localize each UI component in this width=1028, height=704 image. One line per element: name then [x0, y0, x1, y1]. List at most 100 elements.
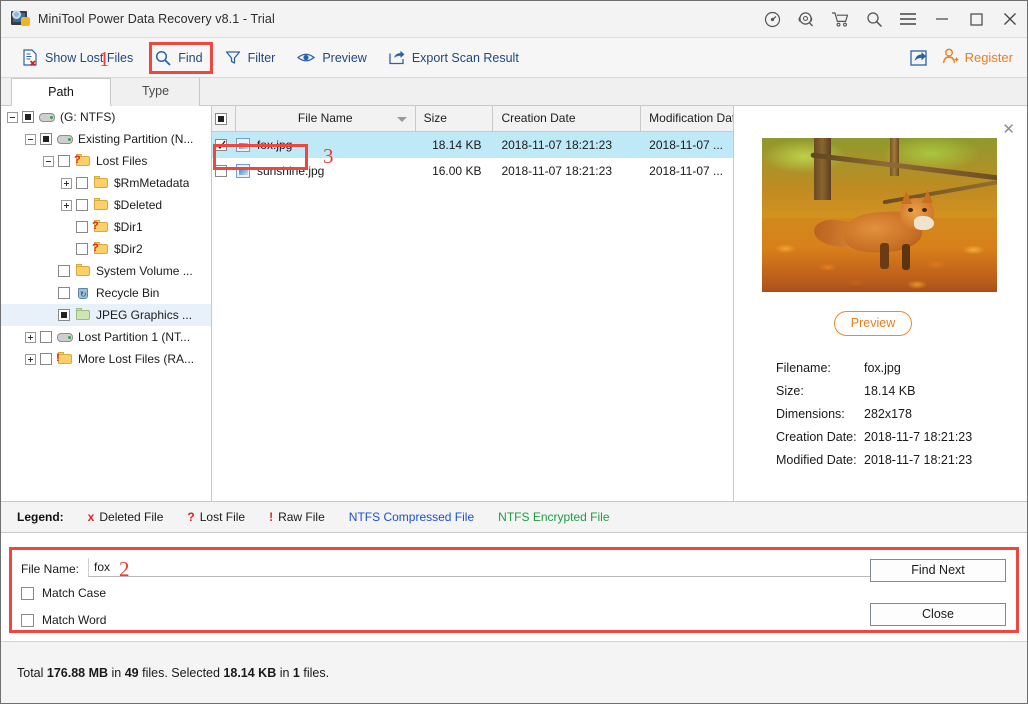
support-headset-icon[interactable] — [789, 1, 823, 38]
select-all-header[interactable] — [212, 106, 236, 132]
folder-question-icon: ? — [74, 154, 91, 168]
tree-item[interactable]: JPEG Graphics ... — [1, 304, 211, 326]
match-case-box[interactable] — [21, 586, 34, 600]
tree-item[interactable]: ? $Dir1 — [1, 216, 211, 238]
tree-item-label: $RmMetadata — [114, 176, 190, 190]
tree-item-checkbox[interactable] — [22, 111, 34, 123]
tree-item[interactable]: $Deleted — [1, 194, 211, 216]
tree-expand-toggle[interactable] — [61, 177, 72, 189]
tree-item-checkbox[interactable] — [58, 265, 70, 277]
column-header-file-name[interactable]: File Name — [236, 106, 416, 132]
match-case-checkbox[interactable]: Match Case — [21, 586, 106, 600]
tree-item-checkbox[interactable] — [58, 309, 70, 321]
preview-creation-date-value: 2018-11-7 18:21:23 — [864, 429, 973, 444]
tree-item[interactable]: (G: NTFS) — [1, 106, 211, 128]
path-tree-panel[interactable]: (G: NTFS) Existing Partition (N...? Lost F… — [1, 106, 212, 501]
legend-bar: Legend: x Deleted File ? Lost File ! Raw… — [1, 501, 1027, 533]
tree-item-checkbox[interactable] — [76, 199, 88, 211]
tree-item-checkbox[interactable] — [40, 331, 52, 343]
drive-icon — [57, 330, 73, 344]
preview-filename-key: Filename: — [776, 360, 831, 375]
tree-item[interactable]: ? $Dir2 — [1, 238, 211, 260]
preview-button[interactable]: Preview — [834, 311, 912, 336]
tree-item-checkbox[interactable] — [40, 133, 52, 145]
annotation-number-2: 2 — [119, 557, 130, 581]
column-header-modification-date[interactable]: Modification Dat — [641, 106, 733, 132]
maximize-button[interactable] — [959, 1, 993, 38]
column-header-size[interactable]: Size — [416, 106, 494, 132]
preview-modified-date-value: 2018-11-7 18:21:23 — [864, 452, 973, 467]
row-modification-date: 2018-11-07 ... — [649, 164, 723, 178]
tree-item-checkbox[interactable] — [76, 243, 88, 255]
magnifier-icon[interactable] — [857, 1, 891, 38]
toolbar-filter[interactable]: Filter — [216, 43, 285, 73]
row-creation-date: 2018-11-07 18:21:23 — [501, 164, 612, 178]
tree-collapse-toggle[interactable] — [7, 111, 18, 123]
status-summary: Total 176.88 MB in 49 files. Selected 18… — [17, 666, 329, 680]
minimize-button[interactable] — [925, 1, 959, 38]
select-all-checkbox[interactable] — [214, 113, 227, 125]
legend-label-deleted: Deleted File — [99, 510, 164, 524]
tree-item-checkbox[interactable] — [40, 353, 52, 365]
find-file-name-label: File Name: — [21, 562, 80, 576]
tree-collapse-toggle[interactable] — [25, 133, 36, 145]
preview-metadata: Filename: fox.jpg Size: 18.14 KB Dimensi… — [776, 356, 1016, 471]
tree-item-checkbox[interactable] — [58, 287, 70, 299]
tree-item-checkbox[interactable] — [76, 221, 88, 233]
tab-path[interactable]: Path — [11, 78, 111, 106]
status-selected-mid: in — [276, 666, 293, 680]
find-next-button[interactable]: Find Next — [870, 559, 1006, 582]
tree-expand-toggle[interactable] — [25, 353, 36, 365]
recycle-bin-icon: ↻ — [78, 288, 88, 299]
application-window: MiniTool Power Data Recovery v8.1 - Tria… — [0, 0, 1028, 704]
column-header-creation-date[interactable]: Creation Date — [493, 106, 642, 132]
legend-item-encrypted: NTFS Encrypted File — [498, 510, 610, 524]
tree-item[interactable]: System Volume ... — [1, 260, 211, 282]
find-file-name-input[interactable] — [88, 558, 894, 577]
preview-meta-row: Creation Date: 2018-11-7 18:21:23 — [776, 425, 1016, 448]
toolbar-show-lost-files-label: Show Lost Files — [45, 50, 134, 65]
preview-image-fox — [762, 138, 997, 292]
toolbar-right-group: Register — [888, 43, 1027, 73]
match-case-label: Match Case — [42, 586, 107, 600]
close-button[interactable] — [993, 1, 1027, 38]
toolbar-preview[interactable]: Preview — [288, 43, 375, 73]
tree-item-checkbox[interactable] — [76, 177, 88, 189]
preview-meta-row: Dimensions: 282x178 — [776, 402, 1016, 425]
eye-icon — [297, 51, 316, 64]
hamburger-menu-icon[interactable] — [891, 1, 925, 38]
speedometer-icon[interactable] — [755, 1, 789, 38]
tree-item[interactable]: ! More Lost Files (RA... — [1, 348, 211, 370]
register-button[interactable]: Register — [938, 48, 1027, 67]
tree-item-checkbox[interactable] — [58, 155, 70, 167]
status-total-suffix: files. — [138, 666, 168, 680]
tree-item[interactable]: $RmMetadata — [1, 172, 211, 194]
legend-item-lost: ? Lost File — [187, 510, 245, 524]
close-find-button[interactable]: Close — [870, 603, 1006, 626]
tree-item[interactable]: Existing Partition (N... — [1, 128, 211, 150]
legend-item-compressed: NTFS Compressed File — [348, 510, 475, 524]
tree-item-label: (G: NTFS) — [60, 110, 116, 124]
toolbar-share-button[interactable] — [900, 43, 938, 73]
register-label: Register — [964, 50, 1013, 65]
tree-item[interactable]: ? Lost Files — [1, 150, 211, 172]
tree-expand-toggle[interactable] — [61, 199, 72, 211]
tree-collapse-toggle[interactable] — [43, 155, 54, 167]
tree-expand-toggle[interactable] — [25, 331, 36, 343]
sort-caret-icon — [396, 117, 407, 122]
tree-item[interactable]: Lost Partition 1 (NT... — [1, 326, 211, 348]
preview-close-icon[interactable]: ✕ — [1002, 120, 1015, 138]
tree-item[interactable]: ↻ Recycle Bin — [1, 282, 211, 304]
row-modification-date: 2018-11-07 ... — [649, 138, 723, 152]
match-word-checkbox[interactable]: Match Word — [21, 613, 106, 627]
annotation-number-1: 1 — [99, 47, 110, 71]
shopping-cart-icon[interactable] — [823, 1, 857, 38]
match-word-box[interactable] — [21, 613, 34, 627]
status-selected-size: 18.14 KB — [223, 666, 277, 680]
toolbar-export-scan-result[interactable]: Export Scan Result — [380, 43, 528, 73]
toolbar-preview-label: Preview — [322, 50, 367, 65]
toolbar-show-lost-files[interactable]: Show Lost Files — [13, 43, 142, 73]
annotation-number-3: 3 — [323, 144, 334, 168]
tab-type[interactable]: Type — [112, 78, 200, 106]
